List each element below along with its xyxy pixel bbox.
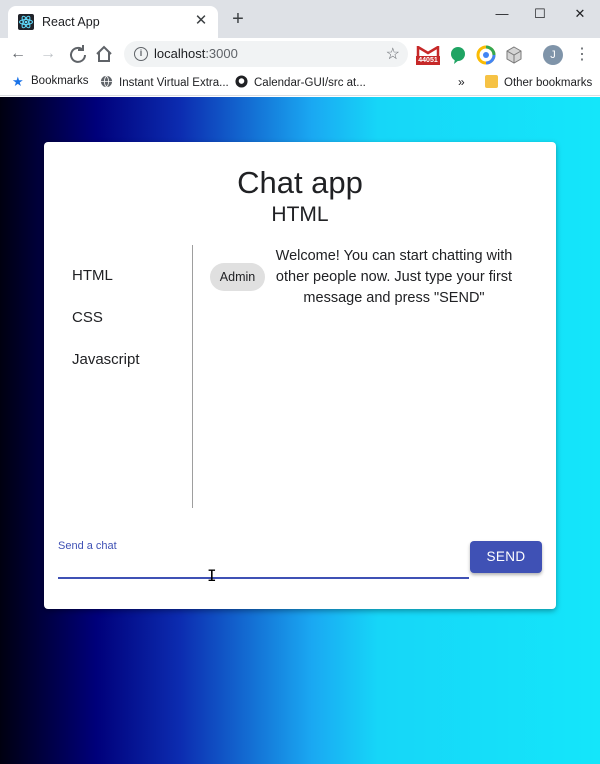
color-wheel-extension-icon[interactable] — [476, 45, 496, 65]
room-divider — [192, 245, 193, 508]
chat-card: Chat app HTML HTML CSS Javascript Admin … — [44, 142, 556, 609]
bookmark-star-icon[interactable]: ☆ — [386, 44, 400, 64]
extension-badge: 44051 — [416, 56, 440, 65]
chat-input[interactable] — [58, 553, 469, 579]
globe-icon — [100, 75, 113, 88]
react-logo-icon — [18, 14, 34, 30]
address-bar[interactable]: i localhost:3000 ☆ — [124, 41, 408, 67]
maximize-icon[interactable]: ☐ — [528, 4, 552, 24]
profile-avatar[interactable]: J — [543, 45, 563, 65]
page-viewport: Chat app HTML HTML CSS Javascript Admin … — [0, 97, 600, 764]
room-item-html[interactable]: HTML — [72, 267, 113, 284]
room-item-css[interactable]: CSS — [72, 309, 103, 326]
folder-icon — [485, 75, 498, 88]
tab-title: React App — [42, 15, 100, 29]
chat-extension-icon[interactable] — [448, 45, 468, 65]
app-title: Chat app — [237, 165, 363, 200]
window-close-icon[interactable]: ✕ — [568, 4, 592, 24]
more-menu-icon[interactable]: ⋮ — [574, 44, 590, 66]
browser-tab[interactable]: React App ✕ — [8, 6, 218, 38]
other-bookmarks[interactable]: Other bookmarks — [485, 75, 592, 89]
back-arrow-icon[interactable]: ← — [6, 42, 30, 66]
text-cursor-icon: I — [207, 566, 217, 585]
info-icon[interactable]: i — [134, 47, 148, 61]
new-tab-button[interactable]: + — [228, 9, 248, 30]
close-tab-icon[interactable]: ✕ — [192, 12, 210, 30]
bookmark-item-calendar-gui[interactable]: Calendar-GUI/src at... — [235, 75, 366, 89]
bookmark-item-bookmarks[interactable]: ★ Bookmarks — [12, 75, 89, 88]
message-text: Welcome! You can start chatting with oth… — [275, 248, 513, 306]
bookmarks-overflow-button[interactable]: » — [458, 75, 465, 89]
current-room-title: HTML — [271, 203, 329, 226]
message-author-chip: Admin — [210, 263, 265, 291]
home-icon[interactable] — [92, 42, 116, 66]
browser-tabstrip: React App ✕ + — ☐ ✕ — [0, 0, 600, 38]
send-button[interactable]: SEND — [470, 541, 542, 573]
extension-gmail-counter-icon[interactable]: 44051 — [416, 44, 440, 65]
reload-icon[interactable] — [66, 42, 90, 66]
room-item-javascript[interactable]: Javascript — [72, 351, 140, 368]
bookmarks-bar: ★ Bookmarks Instant Virtual Extra... Cale… — [0, 70, 600, 96]
github-icon — [235, 75, 248, 88]
cube-extension-icon[interactable] — [504, 45, 524, 65]
url-text: localhost:3000 — [154, 46, 238, 61]
bookmark-item-instant-virtual[interactable]: Instant Virtual Extra... — [100, 75, 229, 89]
browser-toolbar: ← → i localhost:3000 ☆ 44051 — [0, 38, 600, 70]
forward-arrow-icon[interactable]: → — [36, 42, 60, 66]
minimize-icon[interactable]: — — [490, 4, 514, 24]
star-icon: ★ — [12, 74, 24, 89]
chat-input-label: Send a chat — [58, 540, 117, 552]
